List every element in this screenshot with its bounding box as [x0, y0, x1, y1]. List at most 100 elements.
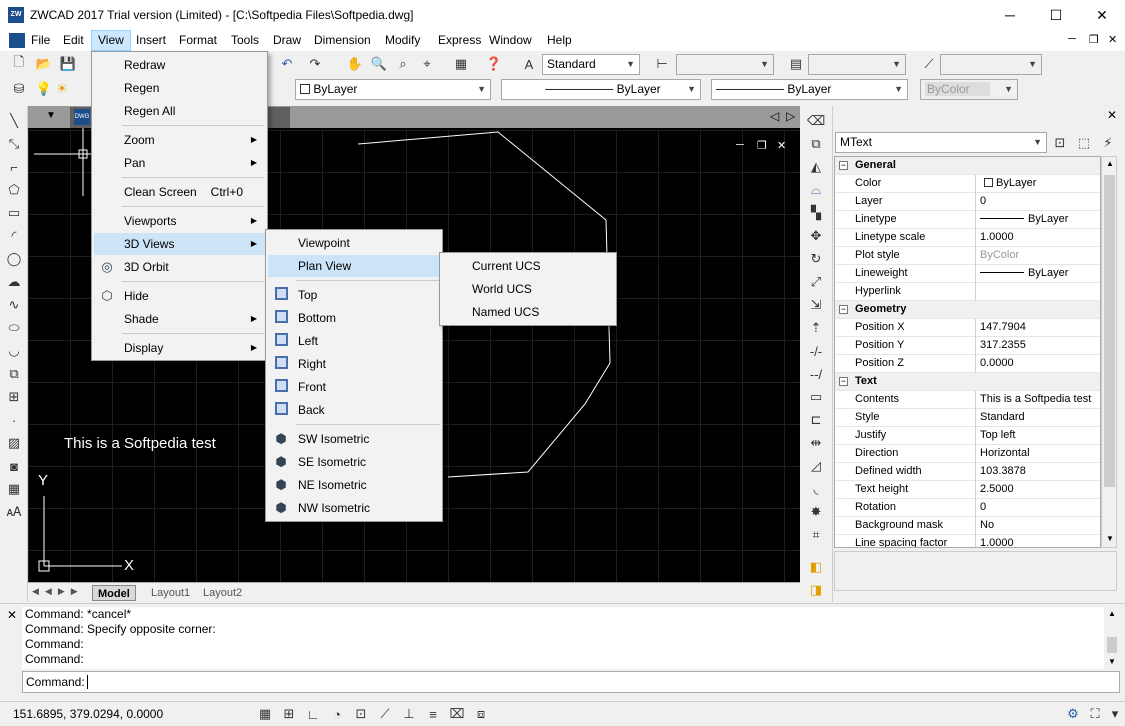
tab-model[interactable]: Model — [92, 585, 136, 601]
select-objects-icon[interactable]: ⬚ — [1075, 134, 1093, 152]
tabs-dropdown-icon[interactable]: ▼ — [46, 110, 56, 121]
menu-nw-isometric[interactable]: ⬢ NW Isometric — [268, 497, 440, 519]
dim-style-select[interactable]: ▼ — [676, 54, 774, 75]
property-row[interactable]: Linetype scale 1.0000 — [835, 229, 1100, 247]
menu-view[interactable]: View — [91, 30, 131, 51]
property-row[interactable]: Hyperlink — [835, 283, 1100, 301]
extend-icon[interactable]: --/ — [807, 365, 825, 383]
pan-icon[interactable]: ✋ — [346, 55, 364, 73]
property-value[interactable]: ByColor — [978, 247, 1100, 265]
property-group[interactable]: − General — [835, 157, 1100, 175]
menu-help[interactable]: Help — [541, 30, 578, 51]
tab-layout1[interactable]: Layout1 — [146, 585, 195, 601]
plot-style-select[interactable]: ByColor ▼ — [920, 79, 1018, 100]
property-value[interactable]: 0 — [978, 499, 1100, 517]
menu-top[interactable]: Top — [268, 284, 440, 306]
open-icon[interactable]: 📂 — [35, 55, 53, 73]
arc-icon[interactable]: ◜ — [5, 227, 23, 245]
xline-icon[interactable]: ⤡ — [5, 135, 23, 153]
dynamic-input-icon[interactable]: ⌧ — [448, 705, 466, 723]
property-scrollbar[interactable]: ▲ ▼ — [1101, 156, 1117, 548]
fillet-icon[interactable]: ◟ — [807, 480, 825, 498]
menu-draw[interactable]: Draw — [267, 30, 307, 51]
color-select[interactable]: ByLayer ▼ — [295, 79, 491, 100]
region-icon[interactable]: ◙ — [5, 457, 23, 475]
property-group[interactable]: − Geometry — [835, 301, 1100, 319]
ellipse-icon[interactable]: ⬭ — [5, 319, 23, 337]
menu-front[interactable]: Front — [268, 376, 440, 398]
menu-file[interactable]: File — [25, 30, 56, 51]
table-style-select[interactable]: ▼ — [808, 54, 906, 75]
property-row[interactable]: Plot style ByColor — [835, 247, 1100, 265]
object-type-select[interactable]: MText ▼ — [835, 132, 1047, 153]
polyline-icon[interactable]: ⌐ — [5, 158, 23, 176]
property-row[interactable]: Background mask No — [835, 517, 1100, 535]
layer-sun-icon[interactable]: ☀ — [53, 80, 71, 98]
menu-hide[interactable]: ⬡ Hide — [94, 285, 265, 307]
redo-icon[interactable]: ↷ — [306, 55, 324, 73]
menu-format[interactable]: Format — [173, 30, 223, 51]
dynamic-ucs-icon[interactable]: ⊥ — [400, 705, 418, 723]
minimize-button[interactable]: ─ — [987, 0, 1033, 30]
menu-modify[interactable]: Modify — [379, 30, 426, 51]
array-icon[interactable]: ▚ — [807, 204, 825, 222]
property-row[interactable]: Contents This is a Softpedia test — [835, 391, 1100, 409]
property-value[interactable]: Horizontal — [978, 445, 1100, 463]
scale-icon[interactable]: ⤢ — [807, 273, 825, 291]
zoom-realtime-icon[interactable]: 🔍 — [370, 55, 388, 73]
make-block-icon[interactable]: ⊞ — [5, 388, 23, 406]
text-style-select[interactable]: Standard ▼ — [542, 54, 640, 75]
join-icon[interactable]: ⇹ — [807, 434, 825, 452]
panel-close-icon[interactable]: ✕ — [1107, 108, 1117, 122]
property-row[interactable]: Position Y 317.2355 — [835, 337, 1100, 355]
property-row[interactable]: Direction Horizontal — [835, 445, 1100, 463]
menu-regen[interactable]: Regen — [94, 77, 265, 99]
viewport-restore-icon[interactable]: ❐ — [757, 139, 767, 152]
menu-3d-orbit[interactable]: ◎ 3D Orbit — [94, 256, 265, 278]
menu-viewpoint[interactable]: Viewpoint — [268, 232, 440, 254]
property-row[interactable]: Justify Top left — [835, 427, 1100, 445]
close-button[interactable]: ✕ — [1079, 0, 1125, 30]
property-value[interactable]: This is a Softpedia test — [978, 391, 1100, 409]
menu-se-isometric[interactable]: ⬢ SE Isometric — [268, 451, 440, 473]
menu-tools[interactable]: Tools — [225, 30, 265, 51]
tab-layout2[interactable]: Layout2 — [198, 585, 247, 601]
erase-icon[interactable]: ⌫ — [807, 112, 825, 130]
canvas-mtext[interactable]: This is a Softpedia test — [64, 435, 216, 452]
viewport-minimize-icon[interactable]: ─ — [736, 139, 744, 151]
menu-3d-views[interactable]: 3D Views ▶ — [94, 233, 265, 255]
menu-ne-isometric[interactable]: ⬢ NE Isometric — [268, 474, 440, 496]
menu-window[interactable]: Window — [483, 30, 538, 51]
offset-icon[interactable]: ⌓ — [807, 181, 825, 199]
property-value[interactable]: 147.7904 — [978, 319, 1100, 337]
menu-back[interactable]: Back — [268, 399, 440, 421]
otrack-icon[interactable]: ⟋ — [376, 705, 394, 723]
spline-icon[interactable]: ∿ — [5, 296, 23, 314]
revcloud-icon[interactable]: ☁ — [5, 273, 23, 291]
property-row[interactable]: Color ByLayer — [835, 175, 1100, 193]
property-value[interactable]: 0 — [978, 193, 1100, 211]
tab-scroll-right-icon[interactable]: ▷ — [786, 109, 795, 123]
mtext-icon[interactable]: 🗚 — [5, 503, 23, 521]
menu-pan[interactable]: Pan ▶ — [94, 152, 265, 174]
layer-manager-icon[interactable]: ⛁ — [10, 80, 28, 98]
insert-block-icon[interactable]: ⧉ — [5, 365, 23, 383]
layer-bulb-icon[interactable]: 💡 — [35, 80, 53, 98]
layout-nav-icon[interactable]: ◀◀▶▶ — [32, 586, 84, 597]
property-group[interactable]: − Text — [835, 373, 1100, 391]
zoom-window-icon[interactable]: ⌕ — [394, 55, 412, 73]
doc-icon[interactable] — [9, 33, 25, 48]
new-icon[interactable]: 🗋 — [10, 54, 28, 73]
settings-gear-icon[interactable]: ⚙ — [1064, 705, 1082, 723]
property-row[interactable]: Position X 147.7904 — [835, 319, 1100, 337]
command-input[interactable]: Command: — [22, 671, 1120, 693]
table-style-icon[interactable]: ▤ — [787, 55, 805, 73]
polar-icon[interactable]: ◔ — [328, 705, 346, 723]
property-value[interactable]: No — [978, 517, 1100, 535]
menu-regen-all[interactable]: Regen All — [94, 100, 265, 122]
save-icon[interactable]: 💾 — [59, 55, 77, 73]
multileader-style-icon[interactable]: ⟋ — [920, 55, 938, 73]
menu-current-ucs[interactable]: Current UCS — [442, 255, 614, 277]
property-value[interactable]: Top left — [978, 427, 1100, 445]
menu-zoom[interactable]: Zoom ▶ — [94, 129, 265, 151]
